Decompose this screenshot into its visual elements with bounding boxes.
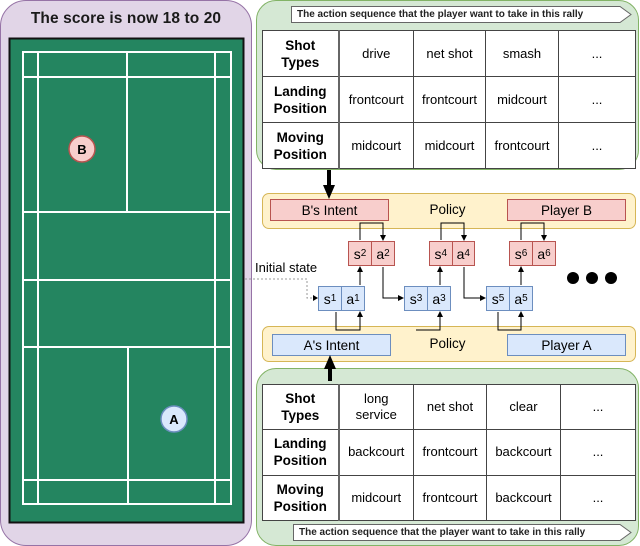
table-row-moving-position: Moving Position midcourt frontcourt backc… xyxy=(262,474,636,522)
banner-text: The action sequence that the player want… xyxy=(297,9,584,20)
table-row-moving-position: Moving Position midcourt midcourt frontco… xyxy=(262,122,636,169)
a-policy-label: Policy xyxy=(429,336,466,351)
table-cell: backcourt xyxy=(338,429,414,476)
badminton-court: B A xyxy=(8,37,245,524)
state-action-pair-b-2: s4 a4 xyxy=(429,241,475,266)
table-cell: net shot xyxy=(413,30,486,77)
table-cell: frontcourt xyxy=(485,122,559,169)
state-s6: s6 xyxy=(510,242,533,265)
initial-state-dotted-line xyxy=(245,278,317,299)
table-row-shot-types: Shot Types long service net shot clear ..… xyxy=(262,383,636,431)
player-b-sequence-banner: The action sequence that the player want… xyxy=(291,6,632,23)
action-a6: a6 xyxy=(537,245,551,262)
state-action-pair-b-3: s6 a6 xyxy=(509,241,556,266)
row-header: Moving Position xyxy=(262,122,340,169)
player-b-box: Player B xyxy=(507,199,626,221)
b-intent-box: B's Intent xyxy=(270,199,389,221)
player-a-sequence-table: Shot Types long service net shot clear ..… xyxy=(262,383,636,522)
row-header: Landing Position xyxy=(262,76,340,123)
state-action-pair-a-2: s3 a3 xyxy=(404,286,451,311)
b-policy-label: Policy xyxy=(429,202,466,217)
table-cell: ... xyxy=(558,122,636,169)
table-cell: ... xyxy=(558,76,636,123)
state-s4: s4 xyxy=(430,242,453,265)
table-cell: midcourt xyxy=(338,474,414,522)
action-a1: a1 xyxy=(346,290,360,307)
row-header: Shot Types xyxy=(262,383,340,431)
table-row-shot-types: Shot Types drive net shot smash ... xyxy=(262,30,636,77)
table-cell: frontcourt xyxy=(413,429,487,476)
action-a5: a5 xyxy=(514,290,528,307)
player-b-marker[interactable]: B xyxy=(68,135,96,163)
table-cell: midcourt xyxy=(413,122,486,169)
table-cell: frontcourt xyxy=(413,76,486,123)
ellipsis-dot-icon xyxy=(586,272,598,284)
action-a4: a4 xyxy=(456,245,470,262)
table-cell: ... xyxy=(560,429,636,476)
initial-state-label: Initial state xyxy=(255,260,318,275)
state-action-pair-a-3: s5 a5 xyxy=(486,286,533,311)
table-cell: backcourt xyxy=(486,429,561,476)
table-cell: backcourt xyxy=(486,474,561,522)
state-s1: s1 xyxy=(319,287,342,310)
state-s2: s2 xyxy=(349,242,372,265)
a-intent-box: A's Intent xyxy=(272,334,391,356)
table-row-landing-position: Landing Position frontcourt frontcourt mi… xyxy=(262,76,636,123)
action-a3: a3 xyxy=(432,290,446,307)
table-cell: drive xyxy=(338,30,414,77)
table-cell: frontcourt xyxy=(338,76,414,123)
row-header: Moving Position xyxy=(262,474,340,522)
state-s3: s3 xyxy=(405,287,428,310)
state-action-pair-a-1: s1 a1 xyxy=(318,286,365,311)
table-row-landing-position: Landing Position backcourt frontcourt bac… xyxy=(262,429,636,476)
player-b-sequence-table: Shot Types drive net shot smash ... Landi… xyxy=(262,30,636,169)
ellipsis-dot-icon xyxy=(605,272,617,284)
player-b-label: B xyxy=(77,142,86,157)
player-a-label: A xyxy=(169,412,179,427)
table-cell: net shot xyxy=(413,383,487,431)
table-cell: ... xyxy=(560,383,636,431)
table-cell: long service xyxy=(338,383,414,431)
player-a-box: Player A xyxy=(507,334,626,356)
banner-text: The action sequence that the player want… xyxy=(299,527,586,538)
table-cell: midcourt xyxy=(485,76,559,123)
row-header: Shot Types xyxy=(262,30,340,77)
row-header: Landing Position xyxy=(262,429,340,476)
ellipsis-dot-icon xyxy=(567,272,579,284)
action-a2: a2 xyxy=(376,245,390,262)
table-cell: frontcourt xyxy=(413,474,487,522)
table-cell: smash xyxy=(485,30,559,77)
state-s5: s5 xyxy=(487,287,510,310)
table-cell: ... xyxy=(558,30,636,77)
table-cell: clear xyxy=(486,383,561,431)
state-action-pair-b-1: s2 a2 xyxy=(348,241,395,266)
table-cell: ... xyxy=(560,474,636,522)
player-a-marker[interactable]: A xyxy=(160,405,188,433)
table-cell: midcourt xyxy=(338,122,414,169)
player-a-sequence-banner: The action sequence that the player want… xyxy=(293,524,632,541)
